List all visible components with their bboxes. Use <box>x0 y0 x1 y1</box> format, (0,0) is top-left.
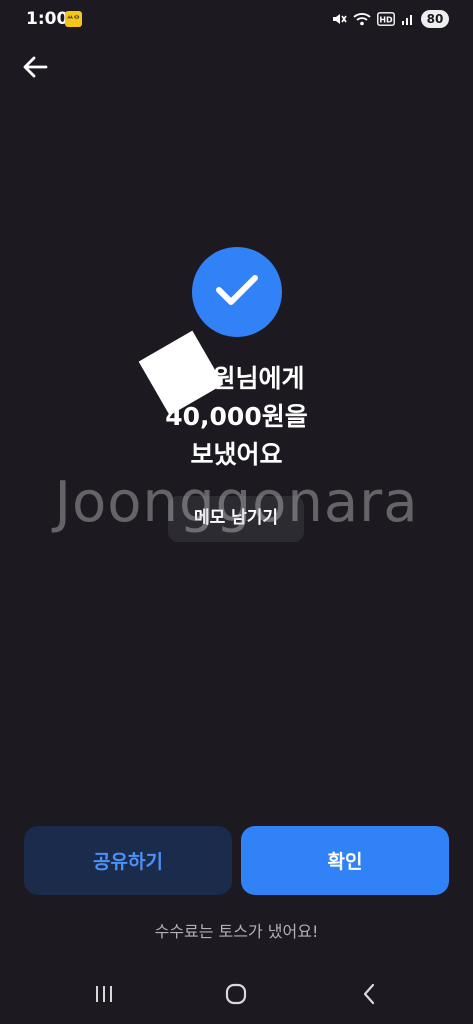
home-button[interactable] <box>216 980 256 1012</box>
fee-note: 수수료는 토스가 냈어요! <box>154 922 319 941</box>
transfer-complete-screen: 1:00 ᄊᄋ HD 80 원님에게 40,000원을 보냈어요 메모 남기기 … <box>0 0 473 1024</box>
system-back-button[interactable] <box>349 980 389 1012</box>
system-nav-bar <box>0 972 473 1020</box>
sent-line: 보냈어요 <box>190 440 283 469</box>
arrow-left-icon <box>22 56 48 82</box>
confirm-button[interactable]: 확인 <box>241 826 449 895</box>
status-bar: 1:00 ᄊᄋ HD 80 <box>0 0 473 36</box>
signal-icon <box>401 12 415 26</box>
leave-memo-button[interactable]: 메모 남기기 <box>168 496 304 542</box>
share-button[interactable]: 공유하기 <box>24 826 232 895</box>
hd-icon: HD <box>377 12 395 26</box>
amount-line: 40,000원을 <box>165 402 308 431</box>
share-label: 공유하기 <box>93 851 163 873</box>
confirm-label: 확인 <box>327 851 363 873</box>
recents-icon <box>93 984 115 1008</box>
mute-icon <box>331 11 347 27</box>
home-icon <box>225 983 247 1009</box>
battery-level: 80 <box>421 10 449 28</box>
checkmark-icon <box>213 270 261 314</box>
recents-button[interactable] <box>84 980 124 1012</box>
notification-app-icon: ᄊᄋ <box>65 11 82 27</box>
wifi-icon <box>353 11 371 27</box>
recipient-line: 원님에게 <box>212 364 305 393</box>
transfer-message: 원님에게 40,000원을 보냈어요 <box>0 360 473 474</box>
back-button[interactable] <box>18 52 52 86</box>
status-icons: HD 80 <box>331 9 449 29</box>
svg-text:HD: HD <box>379 16 393 25</box>
success-check-badge <box>192 247 282 337</box>
back-chevron-icon <box>362 983 376 1009</box>
status-time: 1:00 <box>26 9 69 29</box>
memo-label: 메모 남기기 <box>193 507 279 528</box>
